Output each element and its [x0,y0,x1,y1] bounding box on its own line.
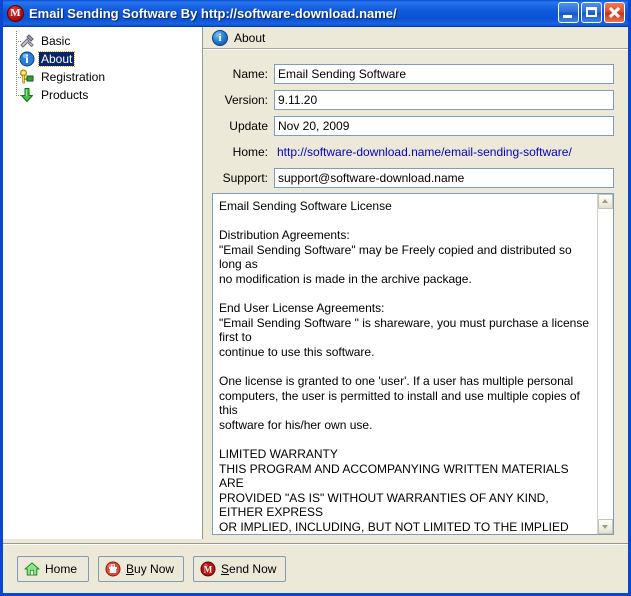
sidebar-item-label: Registration [41,70,106,84]
down-arrow-icon [19,87,35,103]
window-body: Basic About Registration Products i Abou… [3,27,628,539]
key-icon [19,69,35,85]
sidebar-item-basic[interactable]: Basic [3,31,202,50]
license-text: Email Sending Software License Distribut… [219,199,590,534]
sidebar-item-registration[interactable]: Registration [3,67,202,86]
sidebar-item-about[interactable]: About [3,49,202,68]
tools-icon [19,33,35,49]
svg-text:M: M [204,564,213,574]
cart-icon [105,561,121,577]
buy-now-rest: uy Now [134,561,175,576]
buy-now-accesskey: B [126,561,135,576]
sidebar-item-label: Basic [41,34,71,48]
field-row-support: Support: [203,167,628,188]
app-m-icon: M [7,4,24,22]
navigation-tree: Basic About Registration Products [3,27,203,539]
window-controls [558,2,625,23]
sidebar-item-products[interactable]: Products [3,85,202,104]
maximize-button[interactable] [581,2,602,23]
about-form: Name: Version: Update Home: http://softw… [203,49,628,188]
application-window: M Email Sending Software By http://softw… [0,0,631,596]
update-field[interactable] [274,115,614,136]
support-label: Support: [222,170,268,185]
version-field[interactable] [274,89,614,110]
home-button-label: Home [45,561,78,576]
sidebar-item-label: About [37,51,76,67]
field-row-home: Home: http://software-download.name/emai… [203,141,628,162]
info-icon: i [212,29,228,46]
version-label: Version: [224,92,268,107]
home-button[interactable]: Home [17,555,89,582]
panel-header-label: About [234,30,266,45]
scroll-down-icon[interactable] [598,519,613,534]
close-button[interactable] [604,2,625,23]
buy-now-button-label: Buy Now [126,562,174,576]
panel-header: i About [203,27,628,49]
home-label: Home: [232,144,268,159]
send-now-rest: end Now [229,561,277,576]
content-panel: i About Name: Version: Update Home: [203,27,628,539]
footer-toolbar: Home Buy Now M Send Now [3,543,628,593]
house-icon [24,561,40,577]
update-label: Update [229,118,268,133]
title-bar[interactable]: M Email Sending Software By http://softw… [3,0,628,27]
app-m-icon: M [200,561,216,577]
buy-now-button[interactable]: Buy Now [98,555,185,582]
homepage-link[interactable]: http://software-download.name/email-send… [277,145,614,159]
minimize-button[interactable] [558,2,579,23]
field-row-name: Name: [203,63,628,84]
license-scrollbar[interactable] [597,194,613,534]
send-now-accesskey: S [221,561,230,576]
license-textbox[interactable]: Email Sending Software License Distribut… [212,193,614,535]
name-label: Name: [232,66,268,81]
field-row-version: Version: [203,89,628,110]
send-now-button-label: Send Now [221,562,276,576]
sidebar-item-label: Products [41,88,89,102]
scroll-up-icon[interactable] [598,194,613,209]
window-title: Email Sending Software By http://softwar… [29,5,397,21]
info-icon [19,51,35,67]
send-now-button[interactable]: M Send Now [193,555,287,582]
name-field[interactable] [274,63,614,84]
field-row-update: Update [203,115,628,136]
support-field[interactable] [274,167,614,188]
